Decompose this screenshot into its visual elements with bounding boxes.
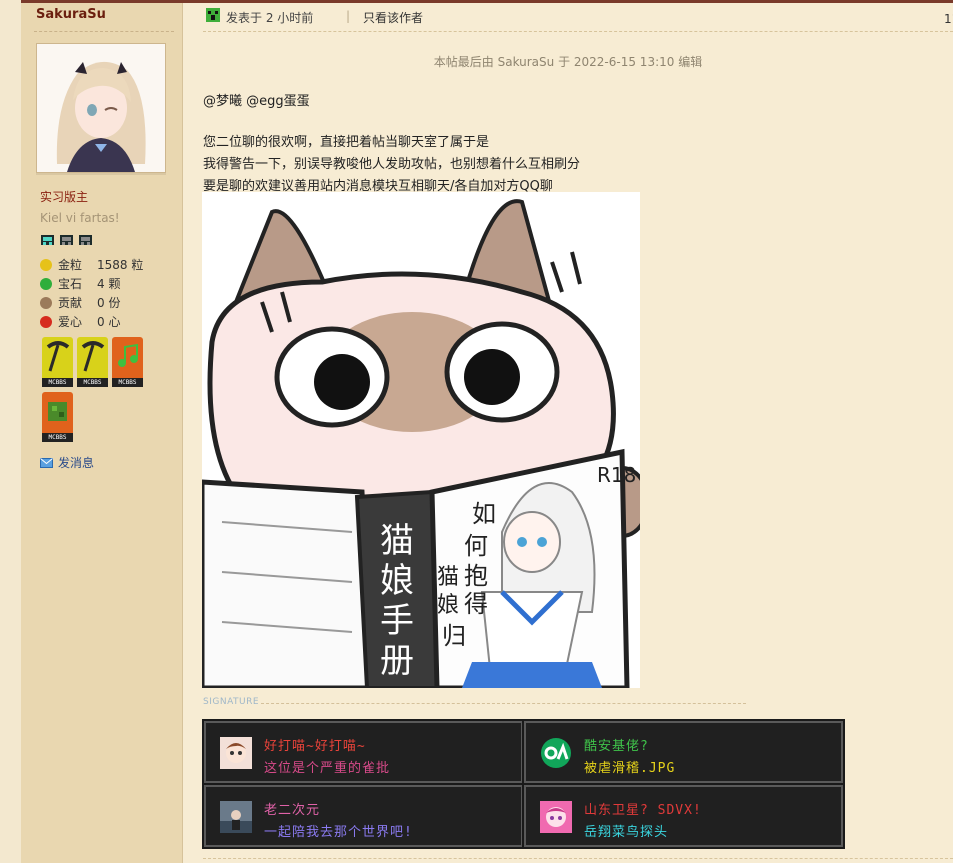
apple-icon: [40, 315, 52, 328]
coolapk-icon: [541, 738, 571, 768]
meme-image[interactable]: 猫 娘 手 册 R18 如 何 猫 抱 娘 得 归: [202, 192, 640, 688]
medal-note[interactable]: MCBBS: [112, 337, 143, 387]
medal-leaf[interactable]: MCBBS: [42, 392, 73, 442]
svg-text:娘: 娘: [380, 561, 414, 601]
avatar: [540, 801, 572, 833]
user-motto: Kiel vi fartas!: [40, 211, 120, 225]
mention-line[interactable]: @梦曦 @egg蛋蛋: [203, 90, 310, 109]
only-author-link[interactable]: 只看该作者: [363, 9, 423, 26]
contribution-icon: [40, 296, 52, 309]
stat-gem: 宝石 4 颗: [40, 275, 120, 292]
edit-note: 本帖最后由 SakuraSu 于 2022-6-15 13:10 编辑: [433, 55, 703, 69]
author-sidebar: SakuraSu 实习版主 Kiel vi fartas! 金粒 1588 粒 …: [21, 3, 183, 863]
svg-text:猫: 猫: [437, 565, 459, 590]
divider: [261, 703, 746, 704]
avatar: [220, 737, 252, 769]
user-rank[interactable]: 实习版主: [40, 188, 88, 205]
signature-card[interactable]: 老二次元 一起陪我去那个世界吧!: [204, 785, 523, 847]
gold-nugget-icon: [40, 258, 52, 271]
rank-stars: [40, 233, 93, 247]
stat-love: 爱心 0 心: [40, 313, 120, 330]
signature-card[interactable]: 好打喵~好打喵~ 这位是个严重的雀批: [204, 721, 523, 783]
avatar[interactable]: [36, 43, 166, 173]
helmet-icon: [79, 235, 92, 245]
medal-pickaxe[interactable]: MCBBS: [42, 337, 73, 387]
svg-text:归: 归: [442, 622, 466, 650]
divider: [34, 31, 174, 32]
signature-card[interactable]: 山东卫星? SDVX! 岳翔菜鸟探头: [524, 785, 843, 847]
gem-icon: [40, 277, 52, 290]
svg-text:抱: 抱: [464, 562, 488, 590]
divider: [203, 858, 953, 859]
left-margin: [0, 0, 21, 863]
helmet-icon: [41, 235, 54, 245]
author-name[interactable]: SakuraSu: [36, 7, 106, 22]
floor-number[interactable]: 110#: [944, 11, 953, 26]
post-header: 发表于 2 小时前 | 只看该作者 110#: [203, 3, 953, 32]
medal-pickaxe[interactable]: MCBBS: [77, 337, 108, 387]
svg-text:R18: R18: [597, 463, 636, 487]
creeper-icon: [206, 8, 220, 22]
envelope-icon: [40, 457, 53, 468]
separator: |: [346, 9, 351, 23]
post-text-line: 您二位聊的很欢啊，直接把着帖当聊天室了属于是: [203, 135, 490, 150]
svg-text:何: 何: [464, 532, 488, 560]
post-content-area: 发表于 2 小时前 | 只看该作者 110# 本帖最后由 SakuraSu 于 …: [183, 3, 953, 863]
svg-text:猫: 猫: [380, 521, 414, 561]
helmet-icon: [60, 235, 73, 245]
post-time: 发表于 2 小时前: [226, 11, 314, 25]
svg-text:娘: 娘: [437, 593, 459, 618]
signature-card[interactable]: 酷安基佬? 被虐滑稽.JPG: [524, 721, 843, 783]
svg-text:如: 如: [472, 500, 496, 528]
send-message-link[interactable]: 发消息: [40, 454, 94, 471]
post-text-line: 我得警告一下，别误导教唆他人发助攻帖，也别想着什么互相刷分: [203, 157, 581, 172]
svg-text:手: 手: [380, 601, 414, 641]
avatar: [220, 801, 252, 833]
svg-text:册: 册: [380, 641, 414, 681]
svg-text:得: 得: [464, 590, 488, 618]
stat-contribution: 贡献 0 份: [40, 294, 120, 311]
stat-gold: 金粒 1588 粒: [40, 256, 143, 273]
signature-title: SIGNATURE: [203, 697, 260, 707]
